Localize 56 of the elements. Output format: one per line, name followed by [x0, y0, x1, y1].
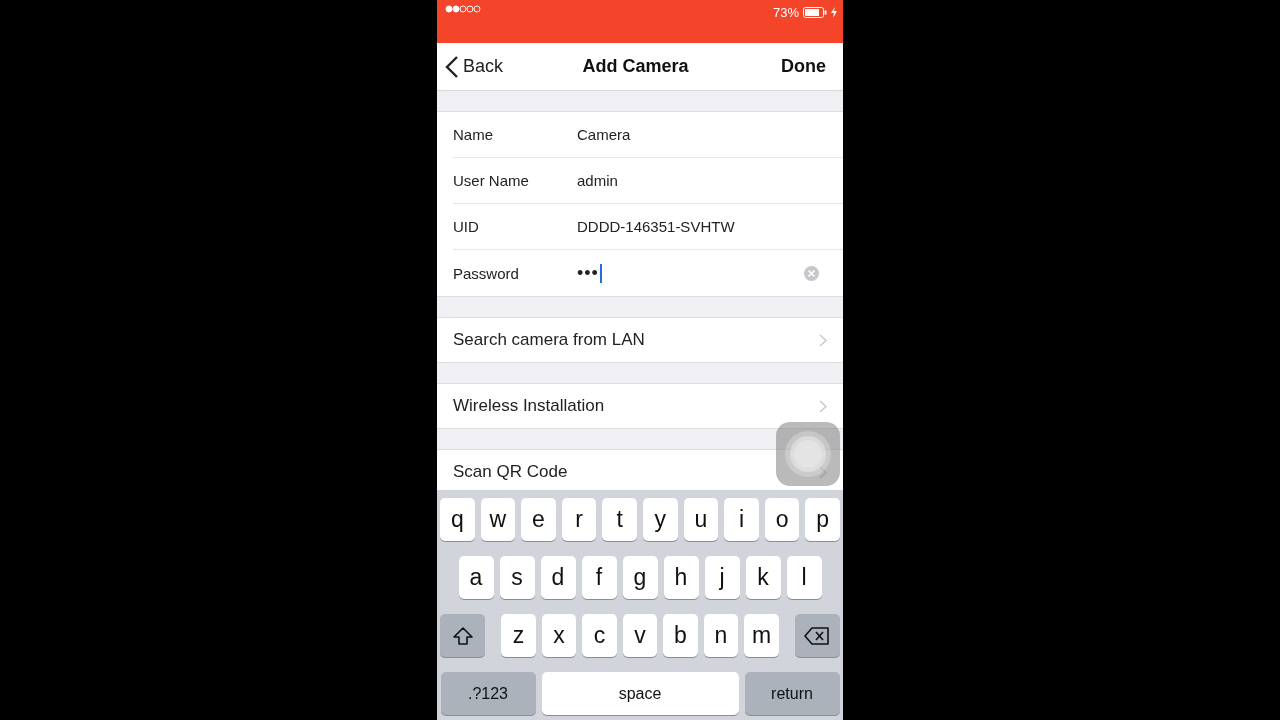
- letter-key[interactable]: a: [458, 556, 494, 599]
- letter-key[interactable]: k: [745, 556, 781, 599]
- letter-key[interactable]: j: [704, 556, 740, 599]
- chevron-left-icon: [445, 54, 459, 79]
- input-field[interactable]: Camera: [577, 126, 819, 143]
- field-label: Password: [453, 264, 520, 282]
- letter-key[interactable]: l: [786, 556, 822, 599]
- menu-row[interactable]: Scan QR Code: [437, 449, 843, 490]
- letter-key[interactable]: b: [663, 614, 698, 657]
- letter-key[interactable]: c: [582, 614, 617, 657]
- signal-icon: [445, 5, 481, 13]
- letter-key[interactable]: w: [480, 498, 516, 541]
- letter-key[interactable]: z: [501, 614, 536, 657]
- letter-key[interactable]: f: [581, 556, 617, 599]
- letter-key[interactable]: x: [541, 614, 577, 657]
- letter-key[interactable]: g: [622, 556, 658, 599]
- field-label: Name: [453, 126, 494, 143]
- chevron-right-icon: [819, 399, 827, 413]
- letter-key[interactable]: d: [540, 556, 576, 599]
- letter-key[interactable]: u: [683, 498, 719, 541]
- letter-key[interactable]: p: [805, 498, 840, 541]
- input-field[interactable]: •••: [577, 262, 804, 284]
- letter-key[interactable]: s: [499, 556, 535, 599]
- menu-row[interactable]: Search camera from LAN: [437, 317, 843, 363]
- chevron-right-icon: [819, 333, 827, 347]
- input-field[interactable]: admin: [577, 172, 819, 189]
- letter-key[interactable]: n: [703, 614, 739, 657]
- screen-title: Add Camera: [582, 56, 689, 77]
- letter-key[interactable]: y: [643, 498, 678, 541]
- delete-key[interactable]: [794, 614, 840, 657]
- letter-key[interactable]: t: [602, 498, 637, 541]
- letter-key[interactable]: i: [724, 498, 759, 541]
- letter-key[interactable]: v: [622, 614, 658, 657]
- numbers-key[interactable]: .?123: [440, 672, 536, 715]
- battery-percent: 73%: [772, 5, 799, 20]
- return-key[interactable]: return: [744, 672, 840, 715]
- letter-key[interactable]: h: [663, 556, 699, 599]
- menu-row[interactable]: Wireless Installation: [437, 383, 843, 429]
- done-button[interactable]: Done: [781, 56, 826, 77]
- space-key[interactable]: space: [541, 672, 739, 715]
- field-label: UID: [453, 218, 480, 235]
- letter-key[interactable]: o: [764, 498, 800, 541]
- shift-key[interactable]: [440, 614, 486, 657]
- letter-key[interactable]: r: [561, 498, 597, 541]
- charging-icon: [831, 7, 837, 18]
- letter-key[interactable]: e: [521, 498, 556, 541]
- backspace-icon: [804, 626, 831, 645]
- back-button[interactable]: Back: [445, 54, 504, 79]
- input-field[interactable]: DDDD-146351-SVHTW: [577, 218, 819, 235]
- letter-key[interactable]: q: [440, 498, 475, 541]
- shift-icon: [451, 625, 474, 646]
- field-label: User Name: [453, 172, 530, 189]
- letter-key[interactable]: m: [744, 614, 779, 657]
- chevron-right-icon: [819, 465, 827, 479]
- circle-icon: [785, 431, 831, 477]
- battery-icon: [803, 7, 827, 18]
